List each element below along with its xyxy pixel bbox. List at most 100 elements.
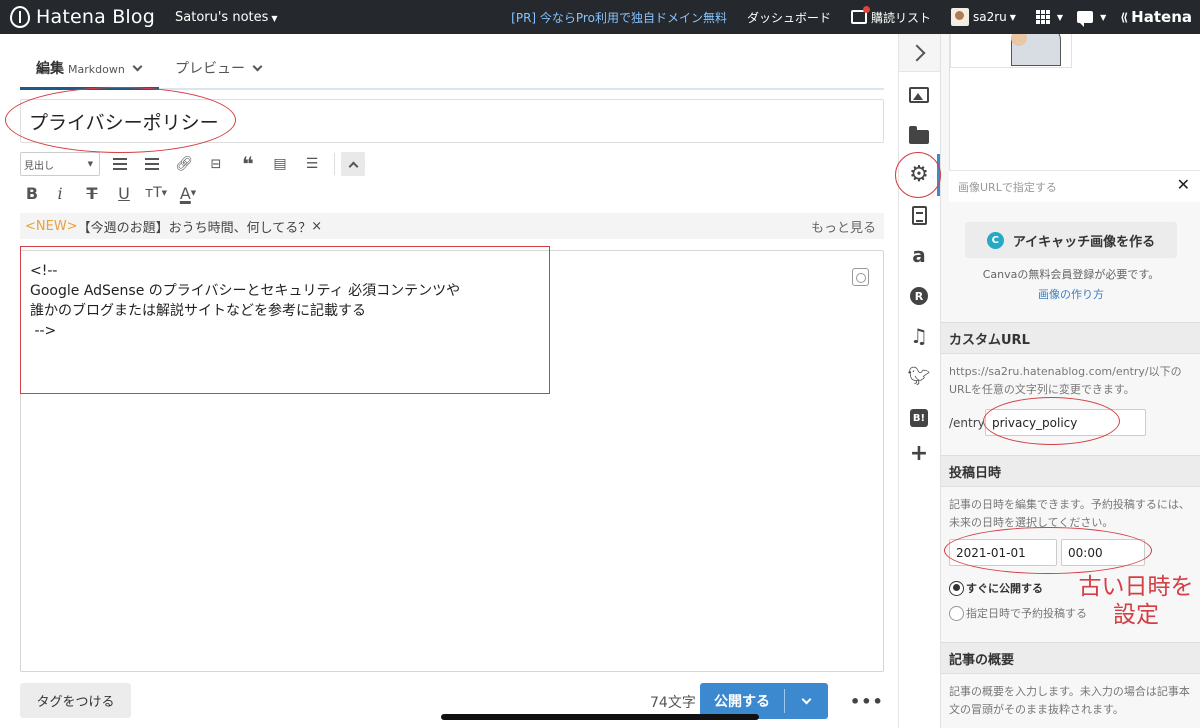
caret-down-icon: ▼: [87, 160, 93, 168]
summary-description: 記事の概要を入力します。未入力の場合は記事本文の冒頭がそのまま抜粋されます。: [949, 685, 1190, 716]
create-eyecatch-label: アイキャッチ画像を作る: [1012, 234, 1156, 250]
date-input[interactable]: 2021-01-01: [949, 539, 1057, 566]
footnote-icon: ☰: [305, 156, 319, 172]
canva-howto-link[interactable]: 画像の作り方: [941, 286, 1200, 302]
grid-icon: [1035, 10, 1050, 24]
font-size-button[interactable]: тT ▼: [140, 181, 172, 205]
reading-list-icon: [850, 6, 870, 24]
entry-prefix: /entry/: [949, 416, 989, 430]
eyecatch-thumbnail[interactable]: [950, 34, 1072, 68]
scheduled-publish-option[interactable]: 指定日時で予約投稿する: [949, 605, 1087, 621]
rail-folder-button[interactable]: [908, 124, 930, 146]
hatena-bookmark-icon: B!: [910, 409, 928, 427]
blog-switcher[interactable]: Satoru's notes ▼: [175, 10, 278, 25]
hatena-blog-logo-icon: [10, 6, 30, 28]
link-button[interactable]: 🔗︎: [168, 152, 200, 176]
bullet-list-button[interactable]: [104, 152, 136, 176]
image-url-input[interactable]: 画像URLで指定する: [949, 170, 1200, 202]
close-icon[interactable]: ✕: [1177, 175, 1190, 194]
caret-down-icon: ▼: [271, 13, 278, 23]
caret-down-icon: ▼: [190, 189, 197, 197]
custom-url-input[interactable]: privacy_policy: [985, 409, 1146, 436]
font-size-icon: тT: [144, 185, 162, 201]
hatena-blog-logo[interactable]: Hatena Blog: [10, 6, 155, 28]
chevron-down-icon: [801, 694, 812, 704]
table-button[interactable]: ▤: [264, 152, 296, 176]
more-menu-button[interactable]: •••: [850, 692, 884, 711]
footnote-button[interactable]: ☰: [296, 152, 328, 176]
underline-icon: U: [118, 183, 130, 203]
numbered-list-icon: [145, 158, 159, 170]
rakuten-icon: R: [910, 287, 928, 305]
strikethrough-button[interactable]: T: [76, 181, 108, 205]
notice-more-link[interactable]: もっと見る: [811, 217, 876, 236]
format-toolbar: B i T U тT ▼ A ▼: [20, 180, 204, 206]
create-eyecatch-button[interactable]: C アイキャッチ画像を作る: [965, 222, 1177, 258]
caret-down-icon: ▼: [1100, 12, 1107, 22]
time-input[interactable]: 00:00: [1061, 539, 1145, 566]
avatar: [950, 8, 969, 26]
rail-photo-button[interactable]: [908, 84, 930, 106]
caret-down-icon: ▼: [1056, 12, 1064, 22]
collapse-panel-button[interactable]: [899, 34, 940, 72]
rail-rakuten-button[interactable]: R: [908, 285, 930, 307]
user-menu[interactable]: sa2ru ▼: [950, 8, 1016, 26]
bold-icon: B: [25, 183, 39, 203]
strikethrough-icon: T: [86, 183, 98, 203]
logo-text: Hatena Blog: [36, 6, 155, 28]
preview-toggle-icon[interactable]: [852, 268, 869, 286]
heading-select[interactable]: 見出し ▼: [20, 152, 100, 176]
custom-url-heading: カスタムURL: [941, 322, 1200, 354]
collapse-toolbar-button[interactable]: [341, 152, 365, 176]
chat-icon: [1077, 11, 1094, 27]
publish-now-option[interactable]: すぐに公開する: [949, 580, 1043, 596]
heading-select-value: 見出し: [24, 160, 54, 172]
body-text: <!-- Google AdSense のプライバシーとセキュリティ 必須コンテ…: [30, 263, 461, 339]
rail-document-button[interactable]: [908, 204, 930, 226]
more-break-button[interactable]: ⊟: [200, 152, 232, 176]
rail-amazon-button[interactable]: a: [908, 243, 930, 267]
tab-preview[interactable]: プレビュー: [175, 58, 263, 78]
username: sa2ru: [972, 10, 1007, 24]
pr-link[interactable]: [PR] 今ならPro利用で独自ドメイン無料: [511, 9, 727, 26]
hatena-mark-icon: ⟪: [1120, 10, 1129, 24]
quote-button[interactable]: ❝: [232, 152, 264, 176]
post-date-description: 記事の日時を編集できます。予約投稿するには、未来の日時を選択してください。: [949, 498, 1190, 529]
tab-edit[interactable]: 編集 Markdown: [36, 58, 143, 78]
rail-settings-button[interactable]: ⚙: [908, 161, 930, 187]
gear-icon: ⚙: [909, 161, 929, 187]
canva-icon: C: [986, 231, 1004, 249]
hatena-link[interactable]: ⟪ Hatena: [1120, 8, 1192, 26]
body-editor[interactable]: <!-- Google AdSense のプライバシーとセキュリティ 必須コンテ…: [20, 250, 884, 672]
notifications-menu[interactable]: ▼: [1077, 11, 1107, 27]
radio-unchecked[interactable]: [949, 605, 964, 621]
more-break-icon: ⊟: [210, 156, 222, 172]
scheduled-publish-label: 指定日時で予約投稿する: [966, 607, 1087, 620]
rail-add-button[interactable]: +: [908, 441, 930, 466]
bold-button[interactable]: B: [20, 181, 44, 205]
document-icon: [911, 205, 927, 225]
dashboard-link[interactable]: ダッシュボード: [747, 9, 831, 26]
bullet-list-icon: [113, 158, 127, 170]
rail-music-button[interactable]: ♫: [908, 324, 930, 348]
radio-checked[interactable]: [949, 580, 964, 596]
apps-menu[interactable]: ▼: [1035, 10, 1064, 24]
rail-twitter-button[interactable]: 🐦︎: [908, 365, 931, 387]
text-color-button[interactable]: A ▼: [172, 181, 204, 205]
publish-options-button[interactable]: [785, 694, 828, 705]
folder-icon: [909, 125, 929, 144]
italic-button[interactable]: i: [44, 181, 76, 205]
reading-list-link[interactable]: 購読リスト: [850, 6, 931, 26]
underline-button[interactable]: U: [108, 181, 140, 205]
notice-close-icon[interactable]: ×: [311, 219, 322, 234]
summary-heading: 記事の概要: [941, 642, 1200, 674]
custom-url-description: https://sa2ru.hatenablog.com/entry/以下のUR…: [949, 365, 1182, 396]
quote-icon: ❝: [242, 152, 254, 176]
numbered-list-button[interactable]: [136, 152, 168, 176]
active-tab-indicator: [20, 87, 159, 90]
chevron-right-icon: [908, 44, 926, 61]
title-input[interactable]: プライバシーポリシー: [20, 99, 884, 143]
rail-hatebu-button[interactable]: B!: [908, 407, 930, 429]
add-tag-button[interactable]: タグをつける: [20, 683, 131, 718]
notice-topic-link[interactable]: 【今週のお題】おうち時間、何してる？: [78, 217, 312, 236]
